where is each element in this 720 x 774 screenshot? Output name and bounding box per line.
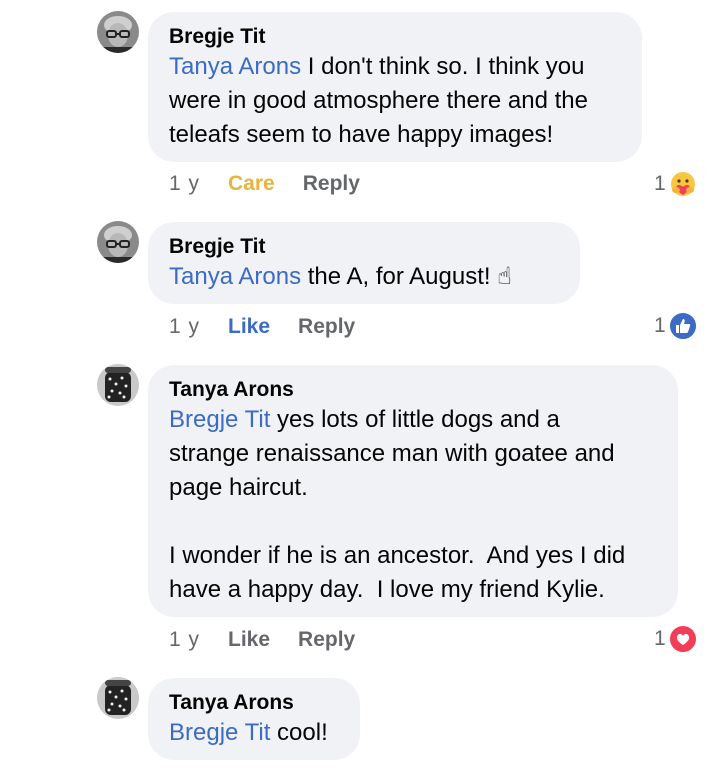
mention-link[interactable]: Tanya Arons — [169, 263, 301, 290]
mention-link[interactable]: Tanya Arons — [169, 53, 301, 80]
like-button[interactable]: Like — [228, 625, 270, 655]
comment-text: Bregje Tit cool! — [169, 716, 340, 750]
reply-button[interactable]: Reply — [298, 312, 355, 342]
reaction-summary[interactable]: 1 — [654, 169, 698, 199]
avatar[interactable] — [97, 11, 139, 53]
comment-actions: 1 y Care Reply — [169, 169, 360, 199]
comment-body: cool! — [270, 719, 328, 746]
comment-text: Bregje Tit yes lots of little dogs and a… — [169, 403, 658, 607]
care-emoji-icon — [667, 169, 698, 199]
comment-timestamp[interactable]: 1 y — [169, 169, 200, 199]
comment-actions: 1 y Like Reply — [169, 312, 355, 342]
comment-author[interactable]: Bregje Tit — [169, 24, 622, 50]
comment-timestamp[interactable]: 1 y — [169, 625, 200, 655]
reaction-count: 1 — [654, 172, 666, 195]
reaction-count: 1 — [654, 627, 666, 650]
avatar[interactable] — [97, 364, 139, 406]
comment-body: the A, for August! ☝ — [301, 263, 512, 290]
comment-author[interactable]: Tanya Arons — [169, 690, 340, 716]
reply-button[interactable]: Reply — [303, 169, 360, 199]
like-icon — [667, 311, 698, 341]
reaction-summary[interactable]: 1 — [654, 311, 698, 341]
avatar[interactable] — [97, 221, 139, 263]
reaction-count: 1 — [654, 314, 666, 337]
comment-body: yes lots of little dogs and a strange re… — [169, 406, 626, 603]
comment-bubble: Tanya Arons Bregje Tit yes lots of littl… — [148, 365, 678, 617]
comment-bubble: Bregje Tit Tanya Arons the A, for August… — [148, 222, 580, 304]
mention-link[interactable]: Bregje Tit — [169, 719, 270, 746]
comment-text: Tanya Arons I don't think so. I think yo… — [169, 50, 622, 152]
mention-link[interactable]: Bregje Tit — [169, 406, 270, 433]
comment-timestamp[interactable]: 1 y — [169, 312, 200, 342]
comment-bubble: Tanya Arons Bregje Tit cool! — [148, 678, 360, 760]
avatar[interactable] — [97, 677, 139, 719]
like-button[interactable]: Like — [228, 312, 270, 342]
care-button[interactable]: Care — [228, 169, 275, 199]
reply-button[interactable]: Reply — [298, 625, 355, 655]
comment-actions: 1 y Like Reply — [169, 625, 355, 655]
comment-author[interactable]: Bregje Tit — [169, 234, 560, 260]
reaction-summary[interactable]: 1 — [654, 624, 698, 654]
comment-author[interactable]: Tanya Arons — [169, 377, 658, 403]
love-icon — [667, 624, 698, 654]
comment-bubble: Bregje Tit Tanya Arons I don't think so.… — [148, 12, 642, 162]
comment-text: Tanya Arons the A, for August! ☝ — [169, 260, 560, 294]
